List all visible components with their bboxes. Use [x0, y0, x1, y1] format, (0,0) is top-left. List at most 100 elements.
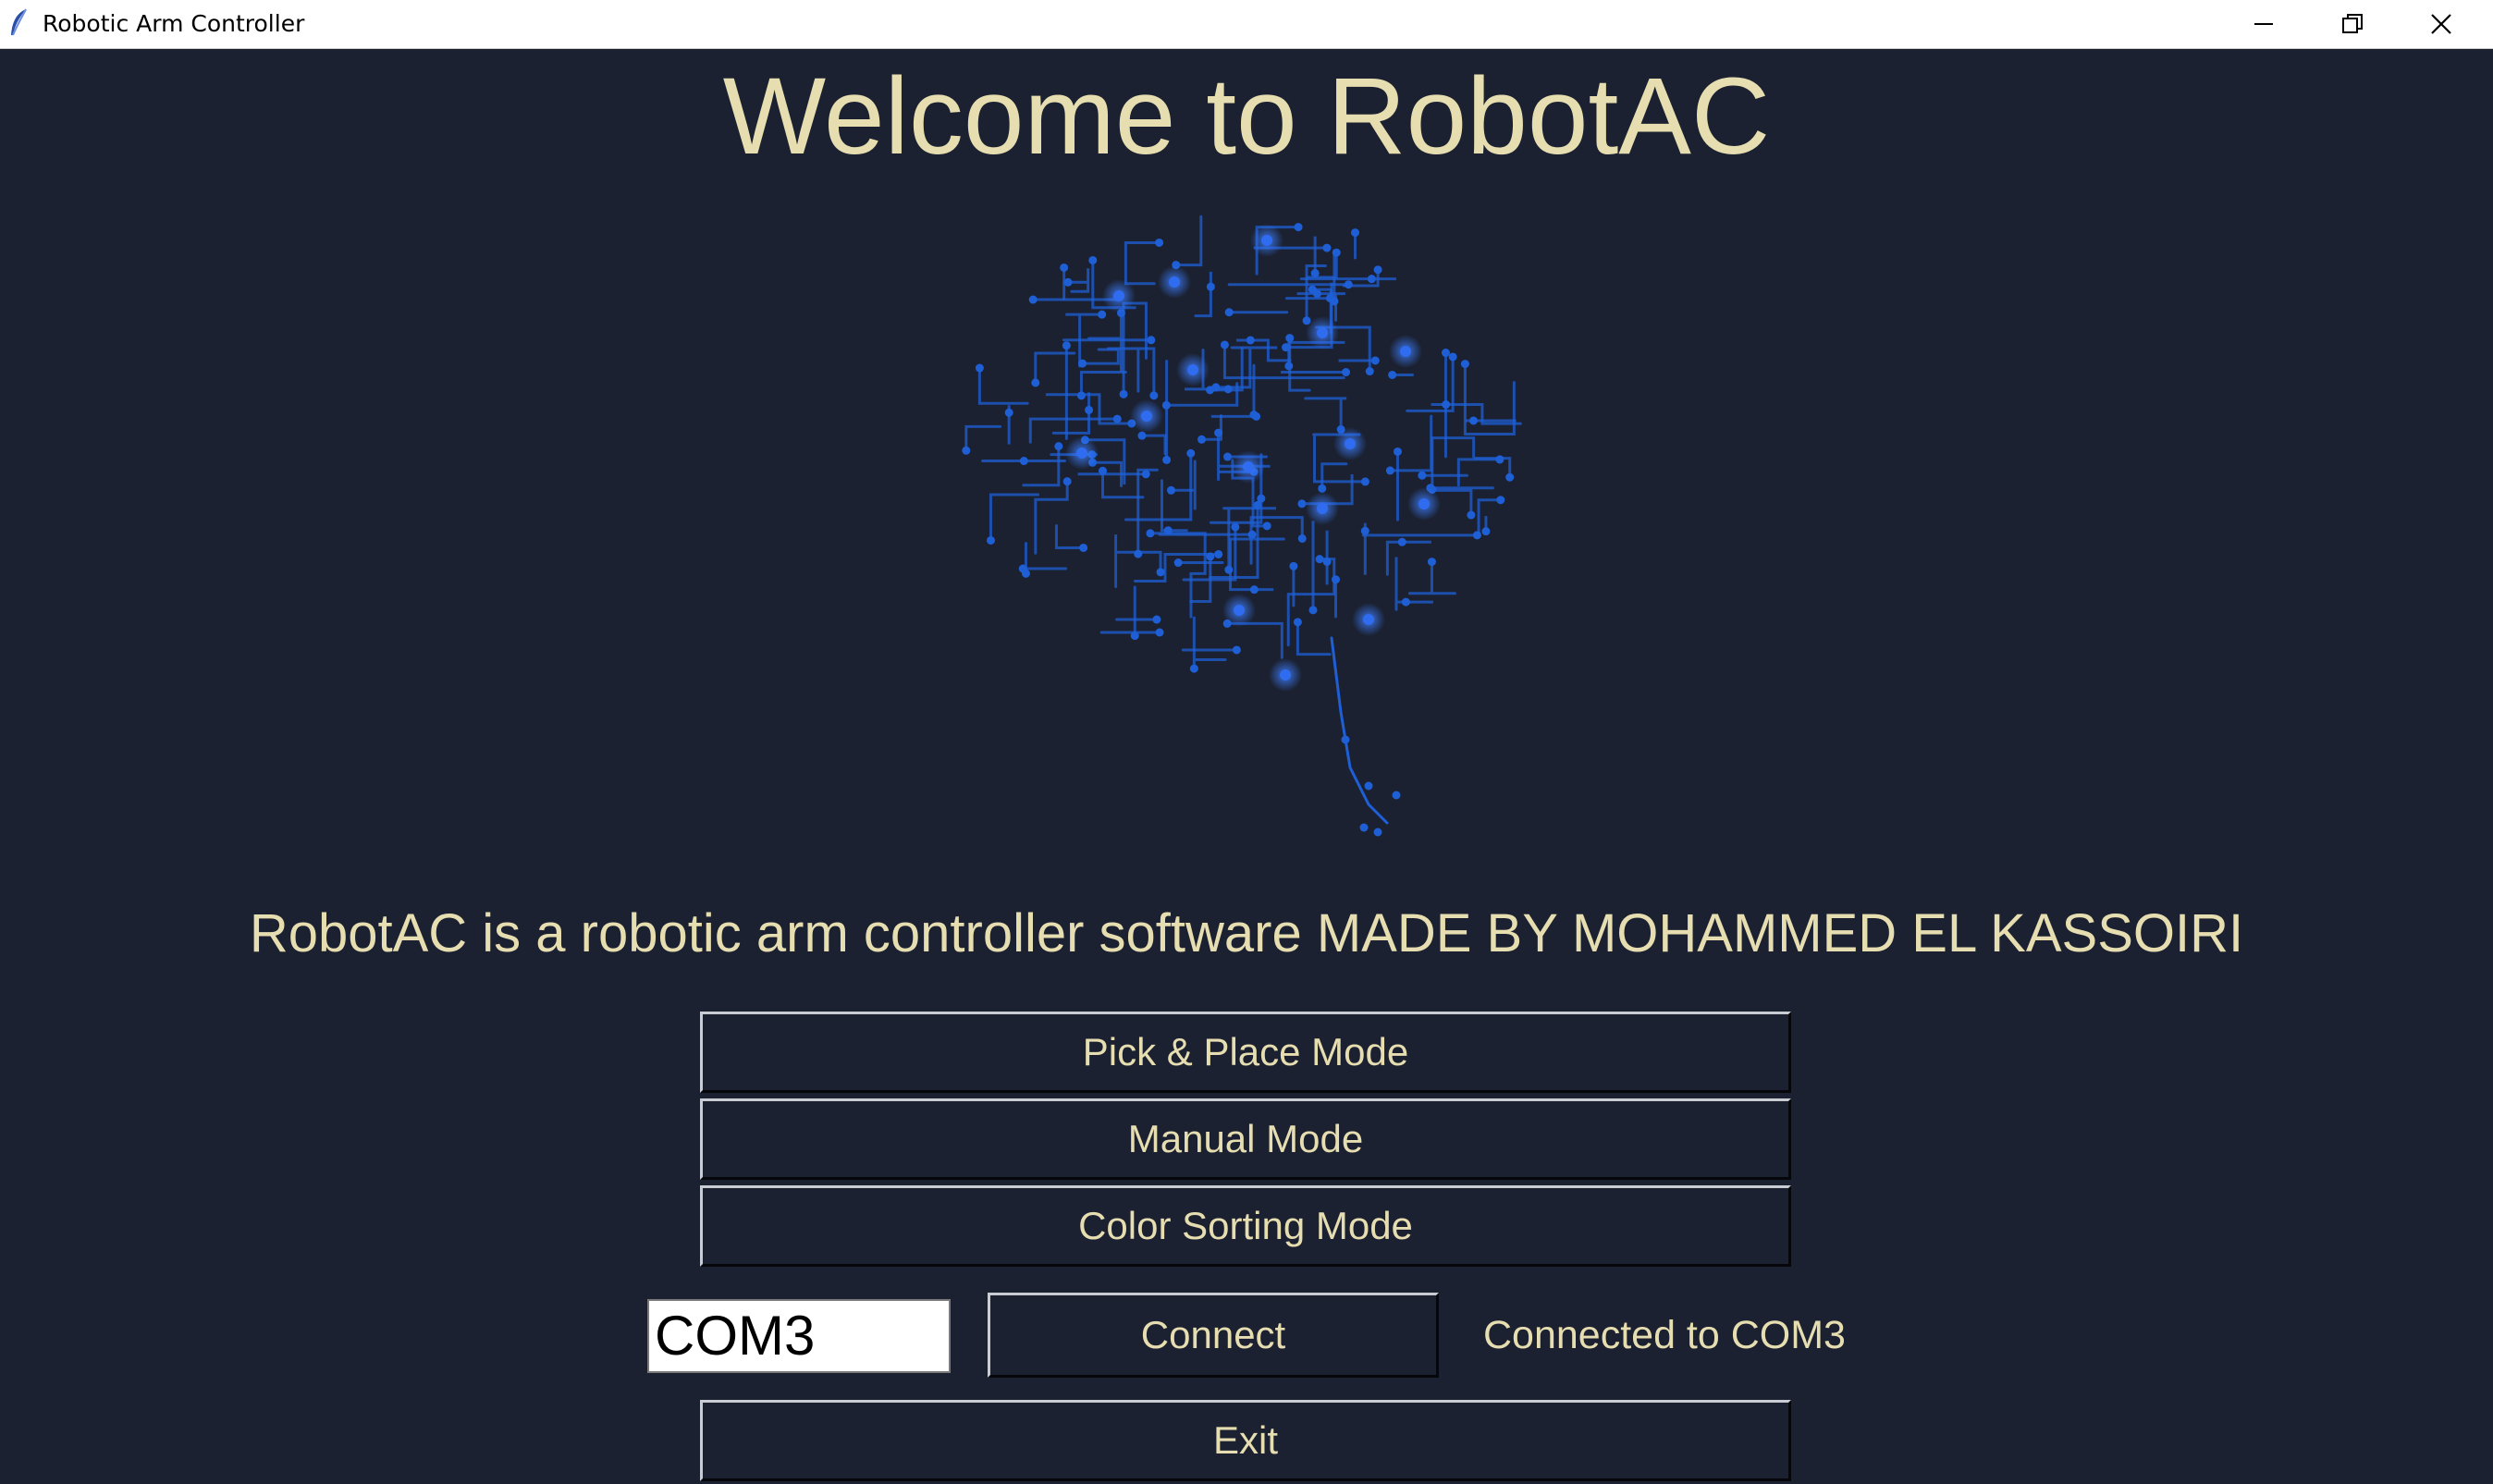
- circuit-node: [1359, 823, 1369, 832]
- circuit-node: [1206, 386, 1215, 395]
- circuit-node: [1076, 391, 1086, 400]
- circuit-node: [1152, 615, 1161, 624]
- circuit-node: [1467, 510, 1476, 520]
- circuit-trace: [1304, 397, 1347, 431]
- title-bar[interactable]: Robotic Arm Controller: [0, 0, 2493, 49]
- circuit-node: [1373, 828, 1382, 837]
- restore-icon: [2341, 13, 2364, 35]
- manual-mode-button[interactable]: Manual Mode: [700, 1098, 1791, 1180]
- pick-place-mode-button[interactable]: Pick & Place Mode: [700, 1012, 1791, 1093]
- circuit-trace: [1320, 462, 1348, 490]
- circuit-trace: [989, 493, 1039, 542]
- circuit-node: [1004, 408, 1013, 417]
- circuit-node: [1341, 735, 1350, 744]
- circuit-trace: [1192, 616, 1227, 670]
- circuit-trace: [1235, 338, 1292, 362]
- circuit-node: [1385, 466, 1394, 475]
- circuit-node: [1460, 360, 1469, 369]
- restore-button[interactable]: [2308, 0, 2397, 48]
- circuit-hub: [1076, 448, 1087, 459]
- circuit-hub: [1261, 235, 1272, 246]
- welcome-heading: Welcome to RobotAC: [722, 55, 1771, 178]
- circuit-hub: [1234, 605, 1245, 616]
- circuit-node: [1141, 470, 1150, 479]
- circuit-node: [1418, 471, 1427, 480]
- circuit-node: [1054, 442, 1063, 451]
- circuit-hub: [1363, 614, 1374, 625]
- circuit-node: [1370, 356, 1380, 365]
- circuit-node: [1496, 496, 1505, 505]
- circuit-node: [1293, 618, 1302, 627]
- circuit-node: [1028, 295, 1038, 304]
- circuit-node: [1472, 531, 1481, 540]
- circuit-node: [1364, 781, 1373, 791]
- circuit-hub: [1187, 364, 1198, 375]
- circuit-node: [1062, 341, 1071, 350]
- circuit-node: [1214, 428, 1223, 437]
- circuit-hub: [1141, 411, 1152, 422]
- circuit-node: [1098, 310, 1107, 319]
- circuit-node: [1308, 606, 1318, 615]
- circuit-node: [1388, 370, 1397, 379]
- circuit-trace: [1288, 337, 1311, 392]
- exit-button[interactable]: Exit: [700, 1400, 1791, 1481]
- circuit-trace: [1474, 457, 1512, 479]
- circuit-node: [1231, 522, 1240, 532]
- circuit-trace: [1385, 540, 1431, 576]
- circuit-node: [1360, 526, 1369, 535]
- circuit-node: [1189, 664, 1198, 673]
- circuit-node: [1468, 416, 1478, 425]
- circuit-node: [1342, 368, 1351, 377]
- circuit-node: [1162, 455, 1172, 464]
- circuit-node: [1112, 414, 1122, 423]
- circuit-trace: [1431, 436, 1476, 491]
- minimize-icon: [2254, 14, 2274, 34]
- circuit-node: [986, 535, 995, 545]
- circuit-node: [1315, 555, 1324, 564]
- circuit-node: [1147, 336, 1156, 345]
- circuit-node: [1155, 628, 1164, 637]
- circuit-node: [1393, 447, 1402, 456]
- circuit-node: [1397, 537, 1406, 546]
- circuit-node: [1119, 389, 1128, 399]
- circuit-node: [1079, 543, 1088, 552]
- circuit-trace: [964, 424, 1002, 452]
- circuit-node: [1252, 411, 1261, 421]
- circuit-node: [1085, 405, 1094, 414]
- circuit-node: [1063, 277, 1073, 287]
- circuit-trace: [1140, 434, 1167, 456]
- circuit-node: [975, 363, 984, 373]
- circuit-hub: [1243, 461, 1254, 472]
- circuit-node: [1247, 530, 1257, 539]
- circuit-node: [1088, 255, 1098, 264]
- connect-button[interactable]: Connect: [988, 1293, 1439, 1378]
- connection-status: Connected to COM3: [1483, 1313, 1846, 1357]
- circuit-node: [1214, 549, 1223, 558]
- circuit-node: [1401, 597, 1410, 607]
- circuit-hub: [1280, 669, 1291, 681]
- circuit-node: [1373, 265, 1382, 275]
- circuit-trace: [1160, 479, 1188, 533]
- circuit-trace: [1124, 451, 1193, 521]
- circuit-node: [1222, 452, 1232, 461]
- circuit-node: [1156, 568, 1165, 577]
- circuit-node: [1137, 431, 1147, 440]
- color-sorting-mode-button[interactable]: Color Sorting Mode: [700, 1185, 1791, 1267]
- circuit-node: [1297, 499, 1307, 509]
- circuit-node: [1285, 334, 1295, 343]
- circuit-node: [1392, 791, 1401, 800]
- circuit-node: [1206, 282, 1215, 291]
- com-port-input[interactable]: COM3: [647, 1299, 951, 1373]
- circuit-hub: [1400, 346, 1411, 357]
- minimize-button[interactable]: [2219, 0, 2308, 48]
- circuit-node: [1325, 294, 1334, 303]
- circuit-trace: [1136, 468, 1159, 556]
- circuit-node: [1282, 343, 1291, 352]
- circuit-trace: [1194, 271, 1212, 318]
- circuit-hub: [1418, 498, 1430, 509]
- close-button[interactable]: [2397, 0, 2486, 48]
- circuit-node: [1481, 527, 1491, 536]
- circuit-node: [1441, 349, 1450, 358]
- circuit-node: [1018, 564, 1027, 573]
- circuit-node: [1173, 558, 1183, 568]
